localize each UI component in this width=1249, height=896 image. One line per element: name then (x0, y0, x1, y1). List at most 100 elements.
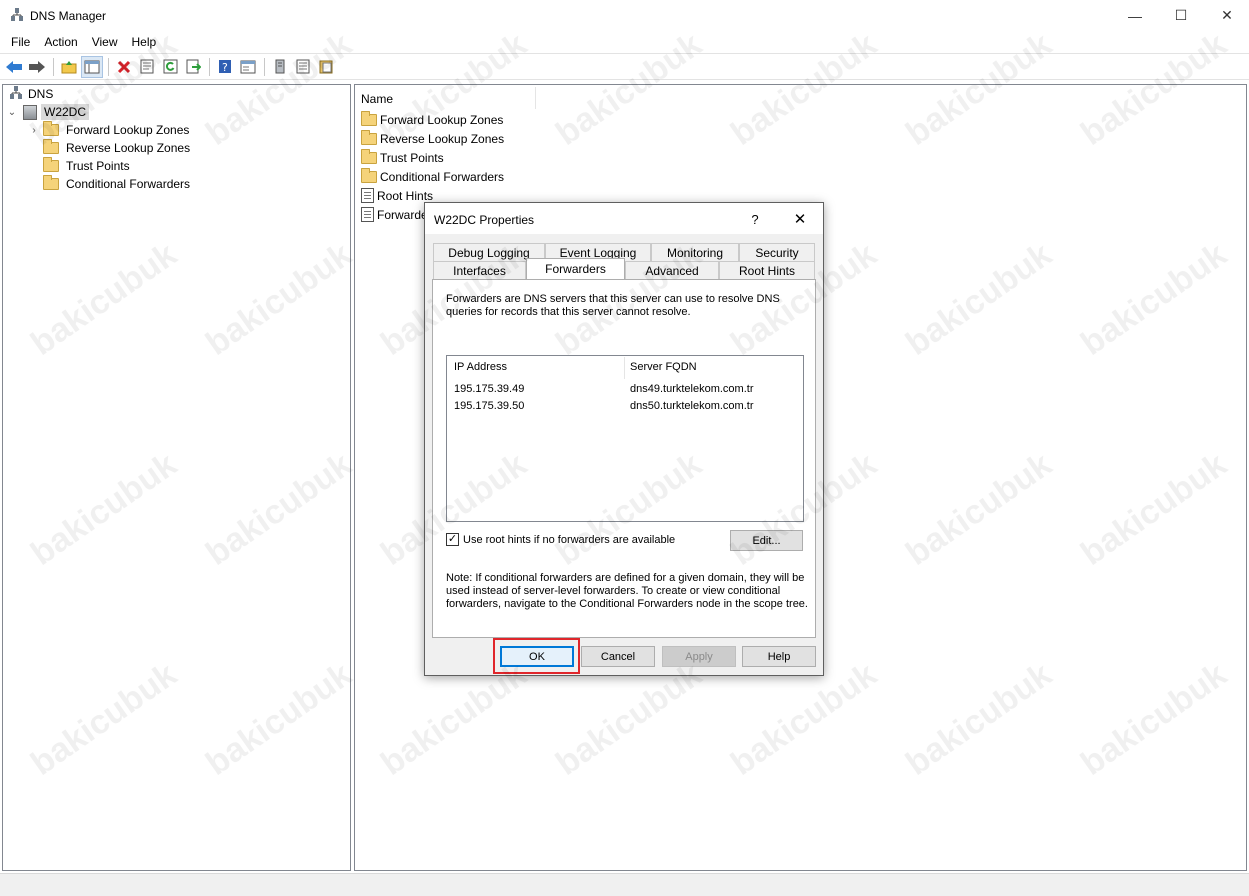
tab-monitoring[interactable]: Monitoring (651, 243, 739, 261)
tree-item-trust-points[interactable]: Trust Points (29, 157, 133, 175)
tree-item-dns[interactable]: DNS (9, 85, 56, 103)
help-icon[interactable]: ? (214, 56, 236, 78)
help-button[interactable]: Help (742, 646, 816, 667)
tree-item-server[interactable]: ⌄ W22DC (7, 103, 90, 121)
scope-tree-pane: DNS ⌄ W22DC › Forward Lookup Zones Rever… (2, 84, 351, 871)
dialog-title: W22DC Properties (434, 213, 535, 227)
tree-label: Conditional Forwarders (66, 177, 191, 191)
tab-security[interactable]: Security (739, 243, 815, 261)
forwarders-icon (361, 207, 374, 222)
list-item-label: Reverse Lookup Zones (380, 131, 505, 146)
list-view-icon[interactable] (292, 56, 314, 78)
toolbar: ? (0, 53, 1249, 80)
column-header-ip-address[interactable]: IP Address (454, 361, 507, 373)
tree-label: Trust Points (66, 159, 130, 173)
tree-item-reverse-lookup-zones[interactable]: Reverse Lookup Zones (29, 139, 193, 157)
folder-icon (361, 110, 377, 126)
tree-item-forward-lookup-zones[interactable]: › Forward Lookup Zones (29, 121, 192, 139)
back-arrow-icon[interactable] (3, 56, 25, 78)
root-hints-icon (361, 188, 374, 203)
dialog-close-button[interactable]: ✕ (785, 208, 815, 230)
server-icon[interactable] (269, 56, 291, 78)
tree-item-conditional-forwarders[interactable]: Conditional Forwarders (29, 175, 193, 193)
tab-forwarders[interactable]: Forwarders (526, 258, 625, 279)
export-list-icon[interactable] (182, 56, 204, 78)
folder-icon (43, 157, 59, 172)
edit-button[interactable]: Edit... (730, 530, 803, 551)
dialog-title-bar: W22DC Properties ? ✕ (425, 203, 823, 234)
use-root-hints-checkbox[interactable]: ✓ (446, 533, 459, 546)
dns-root-icon (9, 85, 23, 103)
chevron-right-icon[interactable]: › (29, 125, 39, 136)
server-icon (23, 104, 37, 120)
column-separator[interactable] (624, 357, 625, 379)
ok-button-highlight (493, 638, 580, 674)
list-item[interactable]: Forwarde (361, 205, 428, 224)
use-root-hints-label: Use root hints if no forwarders are avai… (463, 533, 676, 546)
list-item[interactable]: Forward Lookup Zones (361, 110, 503, 129)
column-header-name[interactable]: Name (361, 89, 393, 109)
properties-icon[interactable] (136, 56, 158, 78)
use-root-hints-option[interactable]: ✓ Use root hints if no forwarders are av… (446, 533, 675, 546)
list-item[interactable]: Root Hints (361, 186, 433, 205)
forwarder-ip[interactable]: 195.175.39.49 (454, 383, 524, 395)
forwarder-ip[interactable]: 195.175.39.50 (454, 400, 524, 412)
dns-app-icon (10, 8, 24, 22)
folder-icon (361, 167, 377, 183)
refresh-icon[interactable] (159, 56, 181, 78)
chevron-down-icon[interactable]: ⌄ (7, 107, 17, 118)
tab-root-hints[interactable]: Root Hints (719, 261, 815, 279)
list-item[interactable]: Trust Points (361, 148, 444, 167)
folder-icon (43, 139, 59, 154)
folder-icon (43, 121, 59, 136)
close-window-button[interactable]: ✕ (1204, 0, 1249, 31)
tab-advanced[interactable]: Advanced (625, 261, 719, 279)
apply-button[interactable]: Apply (662, 646, 736, 667)
list-item-label: Forward Lookup Zones (380, 112, 504, 127)
maximize-button[interactable]: ☐ (1158, 0, 1204, 31)
tab-interfaces[interactable]: Interfaces (433, 261, 526, 279)
folder-icon (361, 148, 377, 164)
menu-file[interactable]: File (4, 35, 37, 49)
menu-bar: File Action View Help (0, 31, 1249, 52)
forwarders-tab-panel: Forwarders are DNS servers that this ser… (432, 279, 816, 638)
toolbar-separator (108, 57, 109, 76)
conditional-forwarders-note: Note: If conditional forwarders are defi… (446, 572, 808, 610)
list-item[interactable]: Reverse Lookup Zones (361, 129, 504, 148)
list-item-label: Conditional Forwarders (380, 169, 505, 184)
folder-icon (361, 129, 377, 145)
forward-arrow-icon[interactable] (26, 56, 48, 78)
dialog-help-button[interactable]: ? (743, 209, 767, 229)
forwarders-list[interactable]: IP Address Server FQDN 195.175.39.49 dns… (446, 355, 804, 522)
up-folder-icon[interactable] (58, 56, 80, 78)
folder-icon (43, 175, 59, 190)
status-bar (0, 873, 1249, 896)
clipboard-icon[interactable] (315, 56, 337, 78)
window-title: DNS Manager (30, 9, 107, 23)
forwarder-fqdn[interactable]: dns50.turktelekom.com.tr (630, 400, 754, 412)
tree-label: Reverse Lookup Zones (66, 141, 191, 155)
tree-label: W22DC (41, 104, 90, 120)
minimize-button[interactable]: — (1112, 0, 1158, 31)
list-item[interactable]: Conditional Forwarders (361, 167, 504, 186)
forwarder-fqdn[interactable]: dns49.turktelekom.com.tr (630, 383, 754, 395)
svg-text:?: ? (222, 61, 228, 74)
menu-action[interactable]: Action (37, 35, 84, 49)
list-item-label: Forwarde (377, 207, 428, 222)
title-bar: DNS Manager — ☐ ✕ (0, 0, 1249, 31)
toolbar-separator (53, 57, 54, 76)
menu-view[interactable]: View (85, 35, 125, 49)
cancel-button[interactable]: Cancel (581, 646, 655, 667)
tree-label: DNS (28, 87, 54, 101)
delete-icon[interactable] (113, 56, 135, 78)
toolbar-separator (209, 57, 210, 76)
tree-label: Forward Lookup Zones (66, 123, 190, 137)
show-action-pane-icon[interactable] (237, 56, 259, 78)
show-hide-tree-icon[interactable] (81, 55, 103, 78)
menu-help[interactable]: Help (125, 35, 164, 49)
list-item-label: Root Hints (377, 188, 434, 203)
forwarders-description: Forwarders are DNS servers that this ser… (446, 293, 780, 318)
toolbar-separator (264, 57, 265, 76)
column-separator[interactable] (535, 87, 536, 109)
column-header-server-fqdn[interactable]: Server FQDN (630, 361, 697, 373)
